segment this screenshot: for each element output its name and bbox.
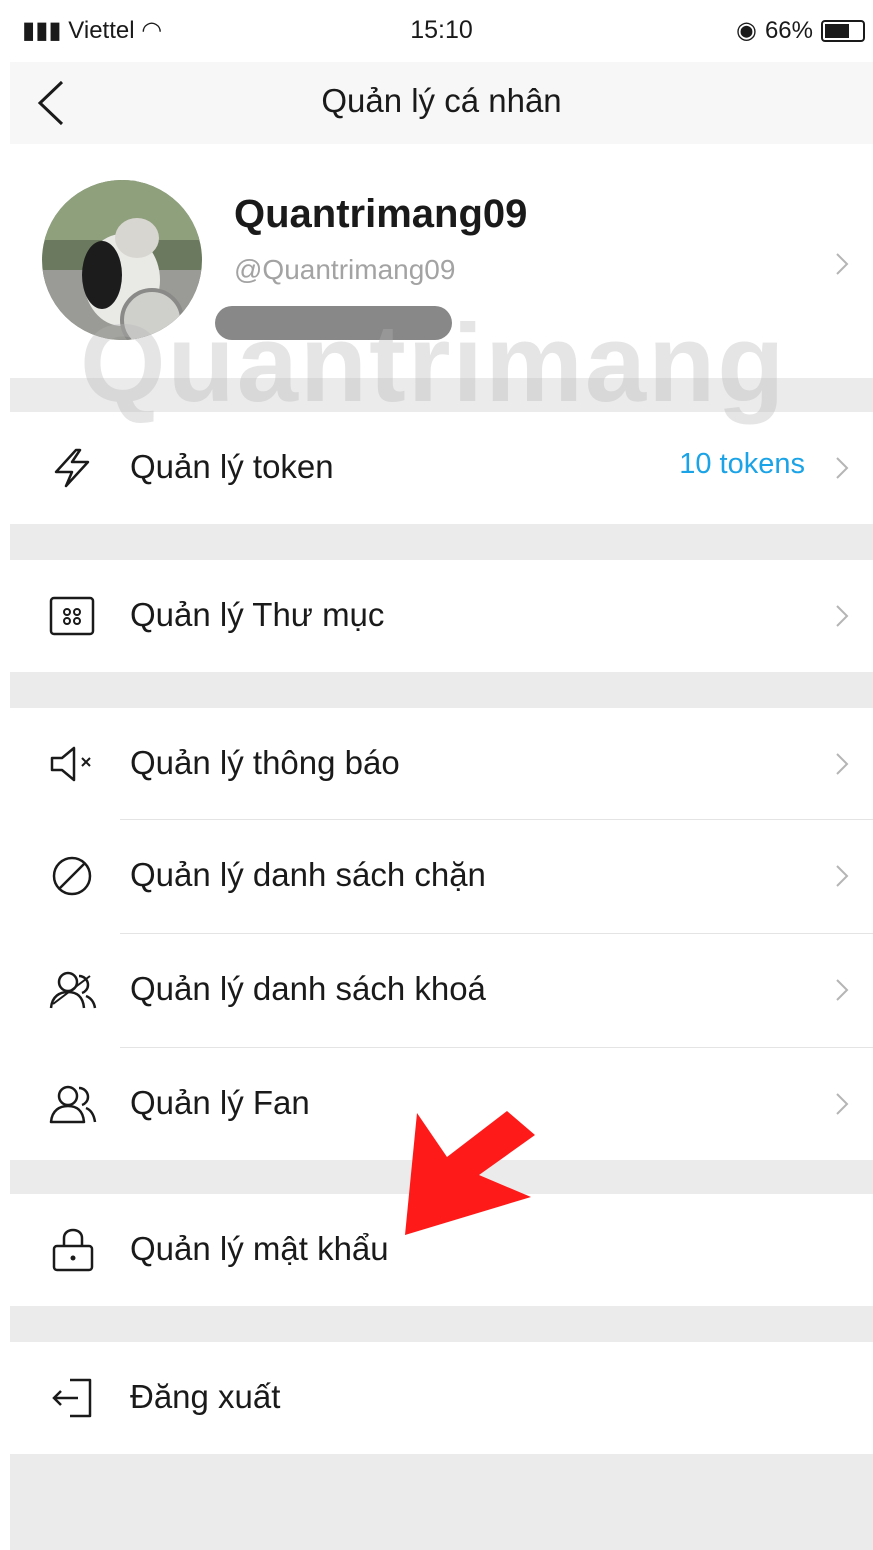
lock-icon xyxy=(52,1228,94,1272)
profile-handle: @Quantrimang09 xyxy=(234,254,456,285)
bolt-icon xyxy=(54,448,90,488)
chevron-right-icon xyxy=(836,457,849,479)
battery-percent: 66% xyxy=(764,16,813,44)
folder-icon xyxy=(49,596,95,636)
menu-label: Đăng xuất xyxy=(130,1378,281,1415)
red-arrow-annotation xyxy=(405,1111,535,1235)
chevron-right-icon xyxy=(836,605,849,627)
lock-users-icon xyxy=(49,971,97,1009)
mute-icon xyxy=(50,746,91,782)
orientation-lock-icon: ◉ xyxy=(736,17,757,44)
section-gap xyxy=(10,378,873,412)
menu-label: Quản lý Thư mục xyxy=(130,596,385,633)
menu-label: Quản lý thông báo xyxy=(130,744,400,781)
avatar[interactable] xyxy=(42,180,202,340)
menu-item-notifications[interactable]: Quản lý thông báo xyxy=(10,708,873,820)
status-right: ◉ 66% xyxy=(736,16,865,45)
menu-label: Quản lý danh sách khoá xyxy=(130,970,486,1007)
menu-label: Quản lý danh sách chặn xyxy=(130,856,486,893)
menu-item-locklist[interactable]: Quản lý danh sách khoá xyxy=(10,934,873,1048)
chevron-right-icon xyxy=(836,979,849,1001)
chevron-right-icon xyxy=(836,865,849,887)
section-gap xyxy=(10,672,873,708)
battery-icon xyxy=(821,19,865,42)
chevron-right-icon xyxy=(836,1093,849,1115)
profile-card[interactable]: Quantrimang09 @Quantrimang09 xyxy=(10,150,873,378)
chevron-right-icon xyxy=(836,253,849,275)
app-screen: ▮▮▮ Viettel ◠ 15:10 ◉ 66% Quản lý cá nhâ… xyxy=(10,0,873,1550)
page-title: Quản lý cá nhân xyxy=(321,82,562,119)
menu-item-logout[interactable]: Đăng xuất xyxy=(10,1342,873,1454)
menu-label: Quản lý Fan xyxy=(130,1084,310,1121)
chevron-right-icon xyxy=(836,753,849,775)
logout-icon xyxy=(52,1378,92,1418)
section-gap xyxy=(10,1306,873,1342)
profile-name: Quantrimang09 xyxy=(234,192,528,236)
redacted-info xyxy=(215,306,452,340)
menu-item-blocklist[interactable]: Quản lý danh sách chặn xyxy=(10,820,873,934)
menu-label: Quản lý mật khẩu xyxy=(130,1230,389,1267)
block-icon xyxy=(52,856,92,896)
bottom-area xyxy=(10,1454,873,1550)
nav-bar: Quản lý cá nhân xyxy=(10,62,873,144)
menu-label: Quản lý token xyxy=(130,448,334,485)
menu-item-folder[interactable]: Quản lý Thư mục xyxy=(10,560,873,672)
section-gap xyxy=(10,524,873,560)
token-count: 10 tokens xyxy=(679,448,805,480)
users-icon xyxy=(49,1085,97,1124)
status-bar: ▮▮▮ Viettel ◠ 15:10 ◉ 66% xyxy=(10,0,873,62)
menu-item-token[interactable]: Quản lý token 10 tokens xyxy=(10,412,873,524)
